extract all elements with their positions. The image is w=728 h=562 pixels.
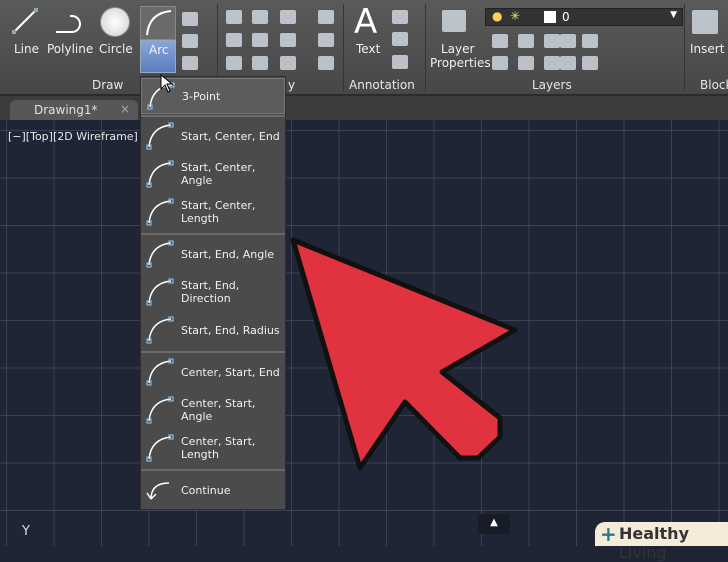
watermark-brand-1: Healthy (619, 524, 689, 543)
red-arrow-pointer (290, 237, 518, 471)
watermark: + Healthy Living (595, 522, 728, 562)
mouse-cursor-icon (160, 74, 174, 93)
